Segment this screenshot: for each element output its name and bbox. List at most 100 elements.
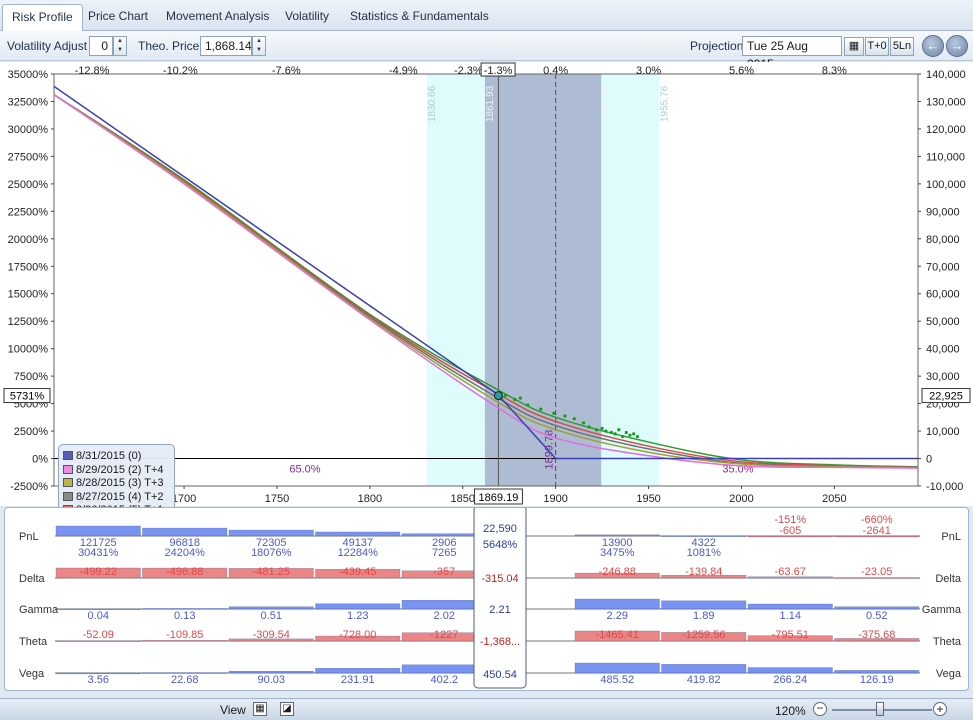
row-label-gamma-left: Gamma	[19, 604, 59, 616]
history-dot	[518, 396, 522, 400]
cursor-vega: 450.54	[483, 669, 517, 681]
bar-pnl	[228, 529, 314, 537]
legend-label: 8/31/2015 (0)	[76, 450, 142, 462]
bar-gamma	[228, 606, 314, 610]
cursor-column	[473, 508, 527, 689]
y-right-tick-label: 120,000	[926, 124, 966, 136]
volatility-adjust-input[interactable]: 0	[89, 36, 113, 56]
theta-value-label: -1259.56	[682, 629, 725, 641]
forward-arrow-icon[interactable]: →	[946, 35, 968, 57]
pct-tick-label: -4.9%	[389, 65, 418, 77]
vega-value-label: 90.03	[257, 674, 285, 686]
x-tick-label: 1950	[636, 493, 660, 505]
bar-pnl	[574, 534, 660, 537]
projection-date-input[interactable]: Tue 25 Aug 2015	[742, 36, 842, 71]
t0-button[interactable]: T+0	[865, 37, 889, 56]
theta-value-label: -52.09	[83, 629, 114, 641]
view-label: View	[220, 703, 246, 717]
history-dot	[628, 433, 632, 437]
theo-price-label: Theo. Price	[138, 39, 200, 53]
y-right-tick-label: 10,000	[926, 426, 960, 438]
band-label: 1861.93	[485, 85, 496, 122]
pnl-pct-label: 18076%	[251, 547, 292, 559]
legend-item[interactable]: 8/27/2015 (4) T+2	[63, 491, 170, 505]
tab-risk-profile[interactable]: Risk Profile	[2, 4, 83, 31]
theta-value-label: -1227	[430, 629, 458, 641]
row-label-delta-right: Delta	[935, 573, 962, 585]
bar-vega	[661, 664, 747, 674]
y-right-tick-label: -10,000	[926, 481, 963, 493]
legend-swatch	[63, 491, 73, 501]
y-right-tick-label: 100,000	[926, 179, 966, 191]
zoom-out-icon[interactable]: −	[813, 702, 827, 716]
volatility-adjust-label: Volatility Adjust	[7, 39, 88, 53]
calendar-icon[interactable]: ▦	[844, 37, 864, 56]
row-label-gamma-right: Gamma	[922, 604, 962, 616]
cursor-delta: -315.04	[481, 573, 518, 585]
bar-pnl	[55, 525, 141, 537]
volatility-adjust-spinner[interactable]: ▲ ▼	[113, 36, 127, 56]
projection-label: Projection	[690, 39, 744, 53]
tab-movement-analysis[interactable]: Movement Analysis	[157, 4, 278, 31]
history-dot	[617, 428, 621, 432]
theo-price-spinner[interactable]: ▲ ▼	[252, 36, 266, 56]
chart-view-icon[interactable]: ◪	[280, 702, 294, 716]
pct-tick-label: -7.6%	[272, 65, 301, 77]
tab-volatility[interactable]: Volatility	[276, 4, 338, 31]
vega-value-label: 485.52	[600, 674, 634, 686]
y-right-tick-label: 130,000	[926, 96, 966, 108]
history-dot	[624, 430, 628, 435]
history-dot	[613, 432, 617, 436]
theo-price-input[interactable]: 1,868.14	[200, 36, 252, 56]
right-marker: 22,925	[929, 391, 963, 403]
zoom-slider-thumb[interactable]	[876, 702, 884, 716]
pct-tick-label: 0.4%	[543, 65, 568, 77]
gamma-value-label: 2.02	[434, 610, 455, 622]
5ln-button[interactable]: 5Ln	[890, 37, 914, 56]
y-left-tick-label: 0%	[32, 454, 48, 466]
history-dot	[563, 414, 567, 418]
x-tick-label: 1750	[265, 493, 289, 505]
y-left-tick-label: 17500%	[8, 261, 49, 273]
y-right-tick-label: 60,000	[926, 289, 960, 301]
tab-price-chart[interactable]: Price Chart	[79, 4, 157, 31]
legend-label: 8/27/2015 (4) T+2	[76, 490, 164, 503]
back-arrow-icon[interactable]: ←	[922, 35, 944, 57]
vega-value-label: 22.68	[171, 674, 199, 686]
legend-label: 8/28/2015 (3) T+3	[76, 477, 164, 489]
y-left-tick-label: 7500%	[14, 371, 48, 383]
vega-value-label: 126.19	[860, 674, 894, 686]
bar-vega	[574, 662, 660, 674]
risk-profile-plot[interactable]: 1830.66 1861.93 1924.49 1955.761899.7835000…	[0, 62, 973, 506]
pct-tick-label: -12.8%	[75, 65, 110, 77]
risk-profile-chart[interactable]: 1830.66 1861.93 1924.49 1955.76 1899.78 35000…	[0, 62, 973, 542]
y-left-tick-label: 25000%	[8, 179, 49, 191]
gamma-value-label: 2.29	[607, 610, 628, 622]
history-dot	[513, 397, 517, 402]
bar-vega	[747, 667, 833, 674]
x-tick-label: 1700	[172, 493, 196, 505]
grid-view-icon[interactable]: ▦	[253, 702, 267, 716]
history-dot	[572, 417, 576, 421]
row-label-pnl-left: PnL	[19, 531, 39, 543]
pnl-pct-label: 7265	[432, 547, 456, 559]
delta-value-label: -357	[433, 566, 455, 578]
legend-swatch	[63, 451, 73, 460]
zoom-in-icon[interactable]: +	[933, 702, 947, 716]
probability-left: 65.0%	[289, 463, 320, 475]
delta-value-label: -496.88	[166, 566, 203, 578]
current-position-marker	[493, 391, 503, 401]
legend-item[interactable]: 8/28/2015 (3) T+3	[63, 477, 170, 491]
row-label-theta-right: Theta	[933, 636, 962, 648]
history-dot	[581, 421, 586, 425]
history-dot	[526, 403, 530, 407]
gamma-value-label: 0.13	[174, 610, 195, 622]
history-dot	[632, 432, 636, 436]
history-dot	[503, 393, 508, 397]
gamma-value-label: 1.23	[347, 610, 368, 622]
legend-item[interactable]: 8/29/2015 (2) T+4	[63, 464, 170, 478]
x-tick-label: 2050	[822, 493, 846, 505]
legend-item[interactable]: 8/31/2015 (0)	[63, 450, 170, 464]
x-tick-label: 2000	[729, 493, 753, 505]
tab-statistics-fundamentals[interactable]: Statistics & Fundamentals	[341, 4, 498, 31]
